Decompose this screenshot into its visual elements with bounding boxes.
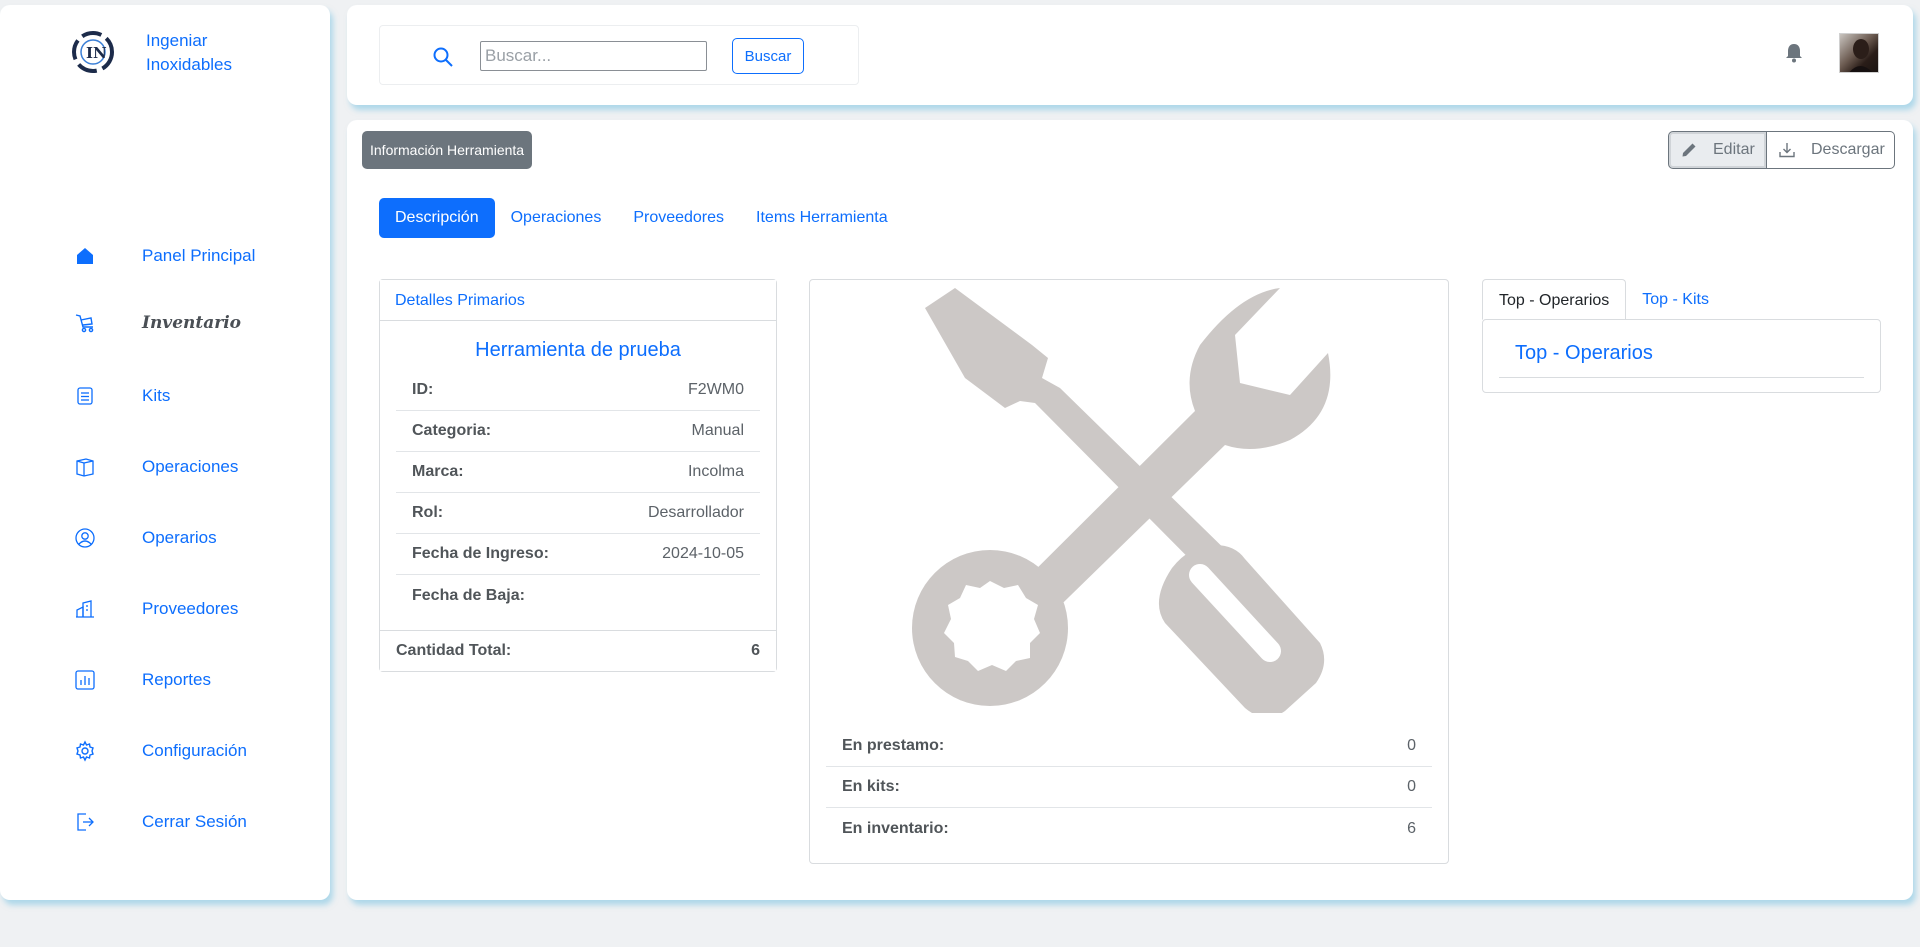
detail-value: Incolma [687,463,744,480]
top-ranking-heading: Top - Operarios [1499,342,1864,378]
sidebar-item-operarios[interactable]: Operarios [74,527,217,549]
detail-value: F2WM0 [688,381,744,398]
box-icon [74,456,96,478]
download-button[interactable]: Descargar [1767,131,1895,169]
detail-row-rol: Rol: Desarrollador [396,493,760,534]
detail-label: Fecha de Ingreso: [412,545,549,562]
detail-label: ID: [412,381,434,398]
tab-top-kits[interactable]: Top - Kits [1626,279,1725,320]
brand[interactable]: IN Ingeniar Inoxidables [70,29,232,77]
edit-button-label: Editar [1713,141,1755,158]
tools-icon [912,288,1331,713]
sidebar-item-label: Proveedores [142,599,239,618]
stock-label: En kits: [842,778,900,795]
sidebar-item-panel-principal[interactable]: Panel Principal [74,245,255,267]
sidebar-item-kits[interactable]: Kits [74,385,170,407]
action-button-group: Editar Descargar [1668,131,1895,169]
sidebar-item-label: Cerrar Sesión [142,812,247,831]
detail-tabs: Descripción Operaciones Proveedores Item… [379,198,904,238]
bar-chart-icon [74,669,96,691]
sidebar-item-label: Panel Principal [142,246,256,265]
top-ranking-panel: Top - Operarios [1482,319,1881,393]
details-list: ID: F2WM0 Categoria: Manual Marca: Incol… [396,370,760,616]
top-bar: Buscar [347,5,1913,105]
bell-icon[interactable] [1785,43,1803,68]
building-icon [74,598,96,620]
sidebar-item-label: Operarios [142,528,217,547]
brand-name: Ingeniar Inoxidables [146,29,232,77]
sidebar-item-label: Operaciones [142,457,239,476]
card-footer-total: Cantidad Total: 6 [380,630,776,671]
detail-value: 2024-10-05 [662,545,744,562]
detail-value: Manual [691,422,744,439]
detail-value: Desarrollador [647,504,744,521]
tab-descripcion[interactable]: Descripción [379,198,495,238]
sidebar-item-label: Inventario [142,313,241,333]
detail-row-categoria: Categoria: Manual [396,411,760,452]
tab-proveedores[interactable]: Proveedores [617,198,740,238]
total-value: 6 [751,642,760,659]
stock-value: 0 [1407,778,1416,795]
tab-items-herramienta[interactable]: Items Herramienta [740,198,904,238]
sidebar-item-label: Configuración [142,741,247,760]
top-ranking-tabs: Top - Operarios Top - Kits [1482,279,1725,320]
stock-row-inventario: En inventario: 6 [826,808,1432,849]
detail-label: Fecha de Baja: [412,586,525,604]
primary-details-card: Detalles Primarios Herramienta de prueba… [379,279,777,672]
stock-row-prestamo: En prestamo: 0 [826,726,1432,767]
edit-button[interactable]: Editar [1668,131,1767,169]
avatar[interactable] [1839,33,1879,73]
sidebar-item-reportes[interactable]: Reportes [74,669,211,691]
detail-row-id: ID: F2WM0 [396,370,760,411]
search-form: Buscar [379,25,859,85]
section-badge: Información Herramienta [362,131,533,169]
tab-operaciones[interactable]: Operaciones [495,198,618,238]
sidebar-item-proveedores[interactable]: Proveedores [74,598,238,620]
download-icon [1779,142,1795,158]
download-button-label: Descargar [1811,141,1885,158]
stock-row-kits: En kits: 0 [826,767,1432,808]
sidebar: IN Ingeniar Inoxidables Panel Principal … [0,5,330,900]
pencil-icon [1681,142,1697,158]
logout-icon [74,811,96,833]
brand-logo-icon: IN [72,31,114,73]
gear-icon [74,740,96,762]
brand-name-line2: Inoxidables [146,55,233,74]
sidebar-item-configuracion[interactable]: Configuración [74,740,247,762]
search-icon[interactable] [432,46,454,73]
sidebar-item-label: Reportes [142,670,211,689]
detail-label: Rol: [412,504,444,521]
home-icon [74,245,96,267]
stock-label: En inventario: [842,819,949,837]
detail-row-fecha-ingreso: Fecha de Ingreso: 2024-10-05 [396,534,760,575]
stock-list: En prestamo: 0 En kits: 0 En inventario:… [826,726,1432,849]
stock-label: En prestamo: [842,737,945,754]
total-label: Cantidad Total: [396,642,512,659]
user-circle-icon [74,527,96,549]
tool-cart-icon [74,312,96,334]
sidebar-item-label: Kits [142,386,171,405]
detail-row-marca: Marca: Incolma [396,452,760,493]
search-input[interactable] [480,41,707,71]
sidebar-item-inventario[interactable]: Inventario [74,312,241,334]
detail-row-fecha-baja: Fecha de Baja: [396,575,760,616]
sidebar-item-cerrar-sesion[interactable]: Cerrar Sesión [74,811,247,833]
svg-text:IN: IN [86,44,107,62]
checklist-icon [74,385,96,407]
tool-image-card: En prestamo: 0 En kits: 0 En inventario:… [809,279,1449,864]
main-panel: Información Herramienta Editar Descargar… [347,120,1913,900]
tool-name: Herramienta de prueba [475,339,681,361]
card-header: Detalles Primarios [380,280,776,321]
brand-name-line1: Ingeniar [146,31,208,50]
detail-label: Marca: [412,463,464,480]
search-button[interactable]: Buscar [732,38,804,74]
tab-top-operarios[interactable]: Top - Operarios [1482,279,1627,320]
detail-label: Categoria: [412,422,492,439]
stock-value: 6 [1407,819,1416,837]
sidebar-item-operaciones[interactable]: Operaciones [74,456,238,478]
stock-value: 0 [1407,737,1416,754]
